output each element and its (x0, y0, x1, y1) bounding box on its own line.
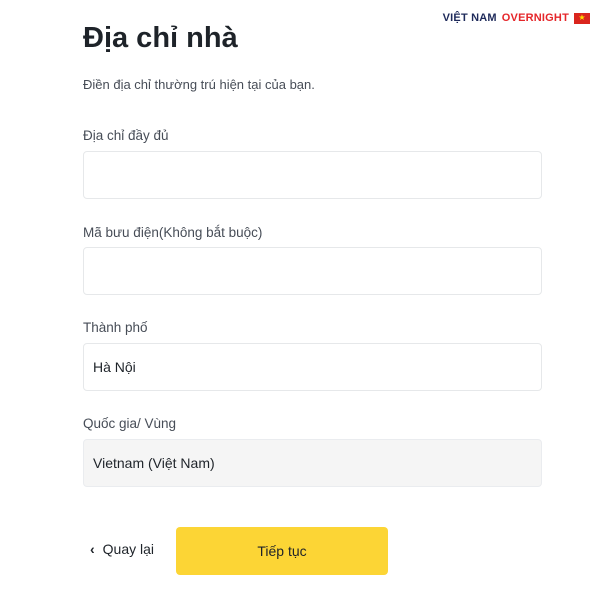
back-button-label: Quay lại (102, 541, 155, 557)
city-label: Thành phố (83, 320, 148, 335)
brand-logo: VIỆT NAM OVERNIGHT ★ (443, 12, 590, 24)
postal-code-input[interactable] (83, 247, 542, 295)
country-field: Vietnam (Việt Nam) (83, 439, 542, 487)
city-input[interactable]: Hà Nội (83, 343, 542, 391)
brand-logo-part1: VIỆT NAM (442, 12, 497, 24)
page-title: Địa chỉ nhà (83, 22, 238, 54)
address-label: Địa chỉ đầy đủ (83, 128, 169, 143)
address-input[interactable] (83, 151, 542, 199)
country-label: Quốc gia/ Vùng (83, 416, 177, 431)
brand-logo-part2: OVERNIGHT (501, 12, 569, 24)
address-page: VIỆT NAM OVERNIGHT ★ Địa chỉ nhà Điền đị… (0, 0, 606, 606)
postal-code-label: Mã bưu điện(Không bắt buộc) (83, 225, 263, 240)
vietnam-flag-icon: ★ (574, 12, 590, 24)
page-subtitle: Điền địa chỉ thường trú hiện tại của bạn… (83, 77, 315, 92)
chevron-left-icon: ‹ (90, 541, 95, 557)
back-button[interactable]: ‹ Quay lại (90, 541, 154, 557)
continue-button[interactable]: Tiếp tục (176, 527, 388, 575)
